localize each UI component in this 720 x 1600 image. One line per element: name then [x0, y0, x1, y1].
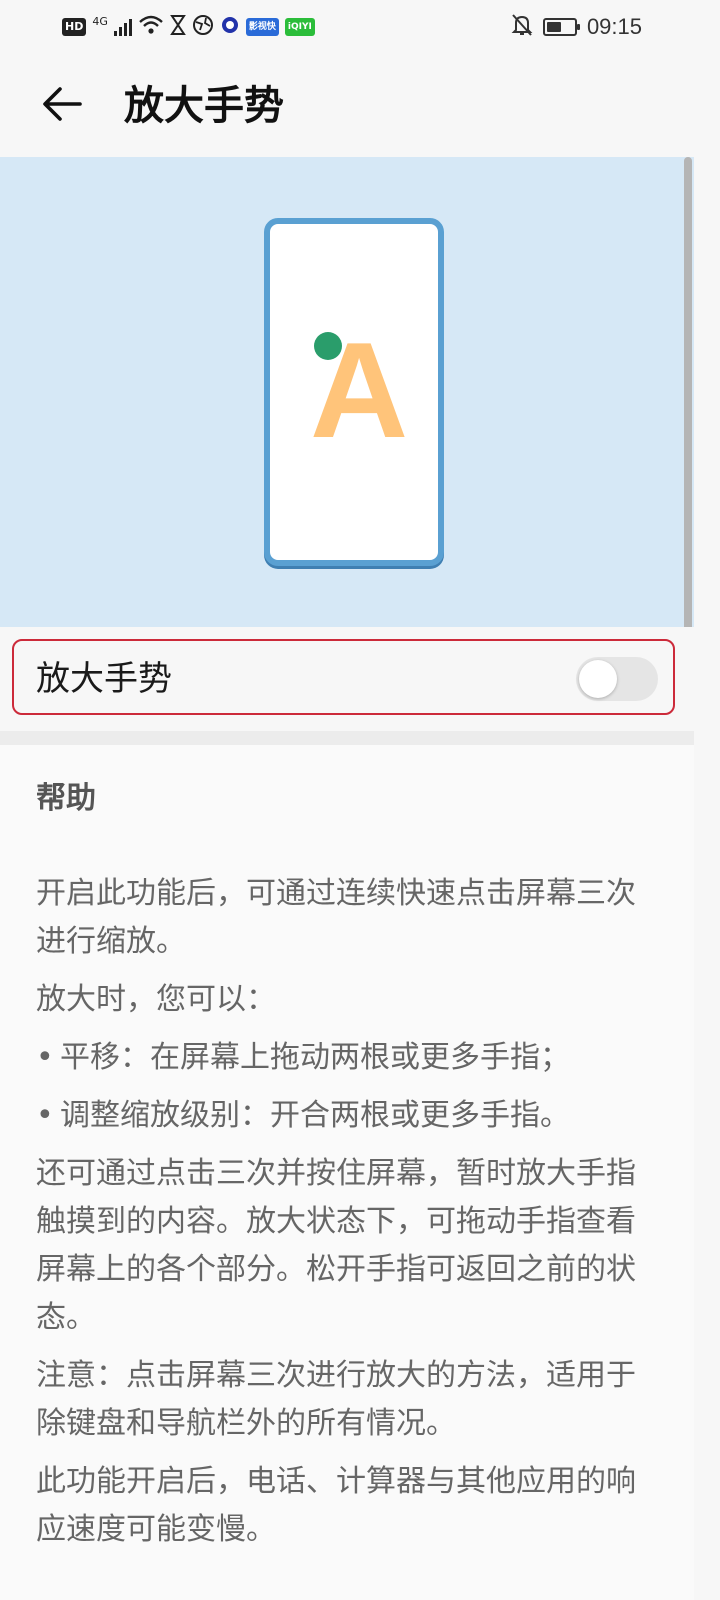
- hourglass-icon: [170, 14, 186, 40]
- status-icons-left: HD 4G 影视快 iQIYI: [62, 14, 315, 40]
- help-paragraph: 开启此功能后，可通过连续快速点击屏幕三次进行缩放。: [36, 876, 636, 959]
- help-paragraph: 注意：点击屏幕三次进行放大的方法，适用于除键盘和导航栏外的所有情况。: [36, 1358, 636, 1441]
- touch-dot: [314, 332, 342, 360]
- toggle-label: 放大手势: [36, 659, 172, 699]
- clock: 09:15: [586, 14, 642, 39]
- help-paragraph: 放大时，您可以：: [36, 982, 276, 1017]
- page-title: 放大手势: [124, 83, 284, 129]
- illustration-banner: A: [0, 157, 694, 627]
- app1-badge: 影视快: [245, 18, 279, 36]
- bell-off-icon: [511, 13, 533, 41]
- app-circle-icon: [220, 15, 240, 39]
- battery-icon: [542, 18, 580, 36]
- help-title: 帮助: [36, 781, 96, 816]
- help-paragraph: 还可通过点击三次并按住屏幕，暂时放大手指触摸到的内容。放大状态下，可拖动手指查看…: [36, 1156, 636, 1335]
- help-section: 帮助 开启此功能后，可通过连续快速点击屏幕三次进行缩放。 放大时，您可以： 平移…: [0, 745, 694, 1600]
- app2-badge: iQIYI: [284, 18, 315, 36]
- status-icons-right: 09:15: [511, 12, 642, 42]
- status-bar: HD 4G 影视快 iQIYI 09:15: [0, 0, 720, 56]
- hd-badge: HD: [62, 18, 87, 36]
- help-bullet: 平移：在屏幕上拖动两根或更多手指；: [36, 1034, 664, 1082]
- phone-illustration: A: [264, 218, 444, 566]
- network-type: 4G: [92, 15, 108, 28]
- magnification-switch[interactable]: [576, 657, 658, 701]
- back-button[interactable]: [34, 78, 90, 134]
- help-bullet: 调整缩放级别：开合两根或更多手指。: [36, 1092, 664, 1140]
- back-arrow-icon: [40, 82, 84, 130]
- wifi-icon: [138, 14, 164, 40]
- help-body: 开启此功能后，可通过连续快速点击屏幕三次进行缩放。 放大时，您可以： 平移：在屏…: [36, 870, 664, 1564]
- section-divider: [0, 731, 694, 745]
- globe-icon: [192, 14, 214, 40]
- magnification-toggle-row[interactable]: 放大手势: [0, 627, 694, 731]
- app-header: 放大手势: [0, 56, 720, 156]
- signal-icon: [113, 18, 132, 36]
- help-paragraph: 此功能开启后，电话、计算器与其他应用的响应速度可能变慢。: [36, 1464, 636, 1547]
- switch-knob: [579, 660, 617, 698]
